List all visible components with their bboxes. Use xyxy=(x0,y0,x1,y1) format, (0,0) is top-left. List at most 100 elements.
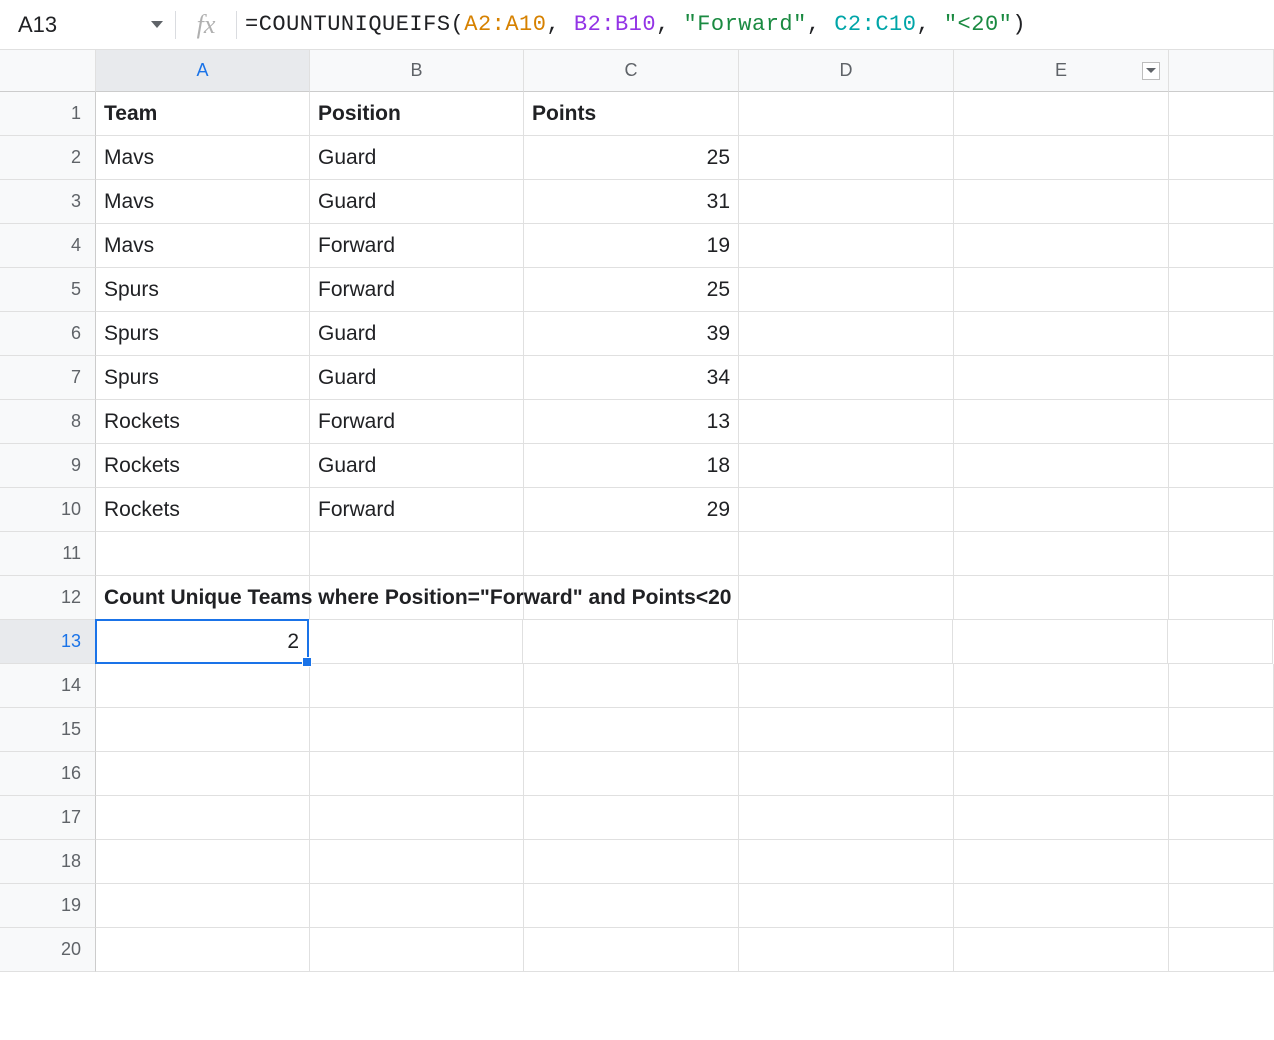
cell-E4[interactable] xyxy=(954,224,1169,268)
cell-A5[interactable]: Spurs xyxy=(96,268,310,312)
cell-C14[interactable] xyxy=(524,664,739,708)
row-header-4[interactable]: 4 xyxy=(0,224,96,268)
cell-E16[interactable] xyxy=(954,752,1169,796)
cell-F3[interactable] xyxy=(1169,180,1274,224)
column-header-C[interactable]: C xyxy=(524,50,739,92)
cell-C10[interactable]: 29 xyxy=(524,488,739,532)
cell-C8[interactable]: 13 xyxy=(524,400,739,444)
cell-D3[interactable] xyxy=(739,180,954,224)
cell-B2[interactable]: Guard xyxy=(310,136,524,180)
cell-A17[interactable] xyxy=(96,796,310,840)
row-header-16[interactable]: 16 xyxy=(0,752,96,796)
cell-C4[interactable]: 19 xyxy=(524,224,739,268)
cell-F2[interactable] xyxy=(1169,136,1274,180)
cell-D15[interactable] xyxy=(739,708,954,752)
row-header-3[interactable]: 3 xyxy=(0,180,96,224)
cell-E13[interactable] xyxy=(953,620,1168,664)
cell-D19[interactable] xyxy=(739,884,954,928)
cell-F8[interactable] xyxy=(1169,400,1274,444)
cell-B20[interactable] xyxy=(310,928,524,972)
cell-A15[interactable] xyxy=(96,708,310,752)
cell-A10[interactable]: Rockets xyxy=(96,488,310,532)
cell-F10[interactable] xyxy=(1169,488,1274,532)
cell-B5[interactable]: Forward xyxy=(310,268,524,312)
cell-B4[interactable]: Forward xyxy=(310,224,524,268)
cell-C20[interactable] xyxy=(524,928,739,972)
cell-F5[interactable] xyxy=(1169,268,1274,312)
cell-D6[interactable] xyxy=(739,312,954,356)
cell-E19[interactable] xyxy=(954,884,1169,928)
cell-F12[interactable] xyxy=(1169,576,1274,620)
cell-D10[interactable] xyxy=(739,488,954,532)
row-header-9[interactable]: 9 xyxy=(0,444,96,488)
cell-C11[interactable] xyxy=(524,532,739,576)
cell-A7[interactable]: Spurs xyxy=(96,356,310,400)
cell-D11[interactable] xyxy=(739,532,954,576)
cell-C17[interactable] xyxy=(524,796,739,840)
cell-B1[interactable]: Position xyxy=(310,92,524,136)
cell-B13[interactable] xyxy=(309,620,523,664)
column-header-B[interactable]: B xyxy=(310,50,524,92)
cell-C2[interactable]: 25 xyxy=(524,136,739,180)
cell-B10[interactable]: Forward xyxy=(310,488,524,532)
cell-A1[interactable]: Team xyxy=(96,92,310,136)
cell-E11[interactable] xyxy=(954,532,1169,576)
cell-E2[interactable] xyxy=(954,136,1169,180)
cell-D18[interactable] xyxy=(739,840,954,884)
row-header-12[interactable]: 12 xyxy=(0,576,96,620)
cell-A13[interactable]: 2 xyxy=(95,619,309,664)
cell-D7[interactable] xyxy=(739,356,954,400)
cell-D8[interactable] xyxy=(739,400,954,444)
cell-F11[interactable] xyxy=(1169,532,1274,576)
cell-A14[interactable] xyxy=(96,664,310,708)
cell-D2[interactable] xyxy=(739,136,954,180)
cell-A2[interactable]: Mavs xyxy=(96,136,310,180)
cell-E18[interactable] xyxy=(954,840,1169,884)
cell-C16[interactable] xyxy=(524,752,739,796)
cell-E9[interactable] xyxy=(954,444,1169,488)
cell-A12[interactable]: Count Unique Teams where Position="Forwa… xyxy=(96,576,310,620)
row-header-11[interactable]: 11 xyxy=(0,532,96,576)
cell-A8[interactable]: Rockets xyxy=(96,400,310,444)
cell-D9[interactable] xyxy=(739,444,954,488)
row-header-18[interactable]: 18 xyxy=(0,840,96,884)
cell-F7[interactable] xyxy=(1169,356,1274,400)
cell-B3[interactable]: Guard xyxy=(310,180,524,224)
row-header-19[interactable]: 19 xyxy=(0,884,96,928)
cell-A9[interactable]: Rockets xyxy=(96,444,310,488)
cell-F1[interactable] xyxy=(1169,92,1274,136)
cell-D4[interactable] xyxy=(739,224,954,268)
cell-E8[interactable] xyxy=(954,400,1169,444)
cell-E12[interactable] xyxy=(954,576,1169,620)
cell-D12[interactable] xyxy=(739,576,954,620)
cell-E14[interactable] xyxy=(954,664,1169,708)
cell-A20[interactable] xyxy=(96,928,310,972)
cell-F19[interactable] xyxy=(1169,884,1274,928)
row-header-13[interactable]: 13 xyxy=(0,620,96,664)
cell-B18[interactable] xyxy=(310,840,524,884)
cell-B14[interactable] xyxy=(310,664,524,708)
cell-B8[interactable]: Forward xyxy=(310,400,524,444)
fill-handle[interactable] xyxy=(302,657,312,667)
row-header-6[interactable]: 6 xyxy=(0,312,96,356)
row-header-10[interactable]: 10 xyxy=(0,488,96,532)
cell-D17[interactable] xyxy=(739,796,954,840)
cell-C15[interactable] xyxy=(524,708,739,752)
row-header-15[interactable]: 15 xyxy=(0,708,96,752)
cell-E1[interactable] xyxy=(954,92,1169,136)
cell-F15[interactable] xyxy=(1169,708,1274,752)
cell-C3[interactable]: 31 xyxy=(524,180,739,224)
formula-input[interactable]: =COUNTUNIQUEIFS(A2:A10, B2:B10, "Forward… xyxy=(237,12,1274,37)
cell-F14[interactable] xyxy=(1169,664,1274,708)
row-header-5[interactable]: 5 xyxy=(0,268,96,312)
row-header-20[interactable]: 20 xyxy=(0,928,96,972)
cell-F6[interactable] xyxy=(1169,312,1274,356)
cell-F13[interactable] xyxy=(1168,620,1273,664)
cell-C18[interactable] xyxy=(524,840,739,884)
select-all-corner[interactable] xyxy=(0,50,96,92)
cell-A16[interactable] xyxy=(96,752,310,796)
row-header-14[interactable]: 14 xyxy=(0,664,96,708)
cell-F17[interactable] xyxy=(1169,796,1274,840)
cell-D20[interactable] xyxy=(739,928,954,972)
cell-E20[interactable] xyxy=(954,928,1169,972)
